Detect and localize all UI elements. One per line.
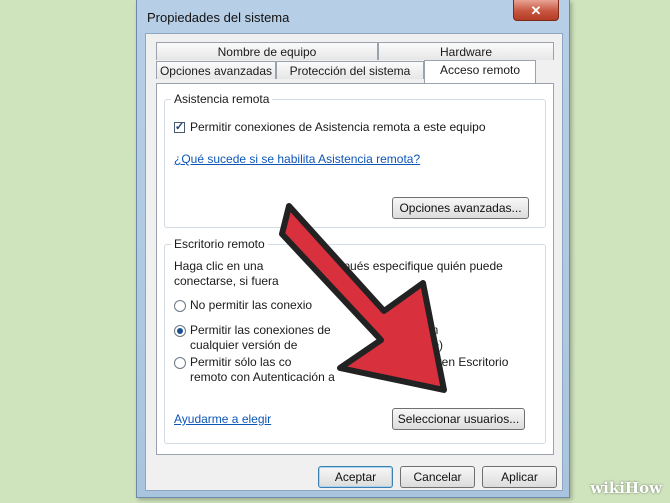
checkmark-icon: ✓	[174, 121, 185, 133]
radio-permitir-nla-label-b: ecuten Escritorio	[419, 355, 509, 369]
remote-assistance-checkbox-label[interactable]: Permitir conexiones de Asistencia remota…	[190, 120, 486, 134]
system-properties-window: Propiedades del sistema ✕ Nombre de equi…	[136, 0, 570, 498]
radio-permitir-cualquier-version-line2: cualquier versión de	[190, 338, 298, 352]
radio-permitir-cualquier-version-line2-b: guro)	[415, 338, 444, 352]
remote-desktop-legend: Escritorio remoto	[171, 237, 268, 251]
remote-assistance-group: Asistencia remota ✓ Permitir conexiones …	[164, 92, 546, 228]
tab-nombre-de-equipo[interactable]: Nombre de equipo	[156, 42, 378, 60]
remote-assistance-checkbox[interactable]: ✓	[174, 122, 185, 133]
radio-permitir-cualquier-version-label-b: cuten	[409, 323, 439, 337]
apply-button[interactable]: Aplicar	[482, 466, 557, 488]
radio-permitir-nla-label[interactable]: Permitir sólo las co	[190, 355, 291, 369]
advanced-options-button[interactable]: Opciones avanzadas...	[392, 197, 529, 219]
radio-no-permitir-label[interactable]: No permitir las conexio	[190, 298, 312, 312]
radio-no-permitir[interactable]	[174, 300, 186, 312]
tab-hardware[interactable]: Hardware	[378, 42, 554, 60]
tab-proteccion-del-sistema[interactable]: Protección del sistema	[276, 61, 424, 79]
wikihow-watermark: wikiHow	[590, 479, 662, 497]
cancel-button[interactable]: Cancelar	[400, 466, 475, 488]
dialog-client-area: Nombre de equipo Hardware Opciones avanz…	[145, 33, 563, 491]
ok-button[interactable]: Aceptar	[318, 466, 393, 488]
remote-desktop-description-line2: conectarse, si fuera	[174, 274, 279, 288]
radio-permitir-nla[interactable]	[174, 357, 186, 369]
window-title: Propiedades del sistema	[147, 10, 290, 25]
remote-assistance-help-link[interactable]: ¿Qué sucede si se habilita Asistencia re…	[174, 152, 420, 166]
radio-permitir-nla-line2: remoto con Autenticación a	[190, 370, 335, 384]
close-icon: ✕	[530, 2, 542, 18]
tab-panel-acceso-remoto: Asistencia remota ✓ Permitir conexiones …	[156, 83, 554, 455]
radio-permitir-cualquier-version-label[interactable]: Permitir las conexiones de	[190, 323, 331, 337]
radio-permitir-cualquier-version[interactable]	[174, 325, 186, 337]
remote-desktop-description-a: Haga clic en una	[174, 259, 264, 273]
tab-acceso-remoto[interactable]: Acceso remoto	[424, 60, 536, 83]
tab-opciones-avanzadas[interactable]: Opciones avanzadas	[156, 61, 276, 79]
remote-desktop-description-b: después especifique quién puede	[324, 259, 503, 273]
help-me-choose-link[interactable]: Ayudarme a elegir	[174, 412, 271, 426]
remote-desktop-group: Escritorio remoto Haga clic en una despu…	[164, 237, 546, 444]
select-users-button[interactable]: Seleccionar usuarios...	[392, 408, 525, 430]
close-button[interactable]: ✕	[513, 0, 559, 21]
remote-assistance-legend: Asistencia remota	[171, 92, 273, 106]
